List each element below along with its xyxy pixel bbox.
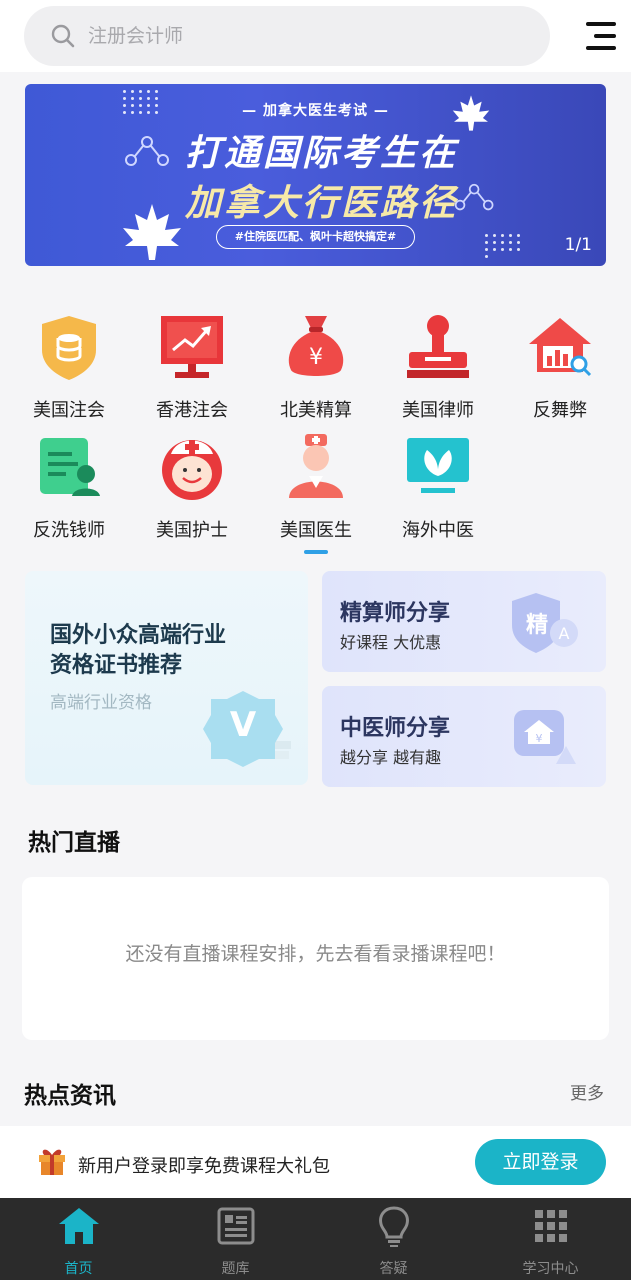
category-hk-cpa[interactable]: 香港注会: [137, 312, 247, 422]
category-us-cpa[interactable]: 美国注会: [14, 312, 124, 422]
category-anti-fraud[interactable]: 反舞弊: [505, 312, 615, 422]
stamp-icon: [407, 315, 469, 378]
tab-study-center[interactable]: 学习中心: [472, 1198, 629, 1280]
tab-qa[interactable]: 答疑: [315, 1198, 472, 1280]
svg-text:¥: ¥: [536, 732, 543, 745]
banner-counter: 1/1: [564, 235, 592, 255]
shield-badge-letter: 精: [525, 613, 548, 638]
tab-question-bank[interactable]: 题库: [157, 1198, 314, 1280]
chart-monitor-icon: [161, 316, 223, 378]
home-icon: [58, 1208, 99, 1244]
svg-text:¥: ¥: [309, 345, 323, 370]
live-section-title: 热门直播: [28, 830, 120, 856]
nurse-icon: [162, 440, 222, 500]
tab-home[interactable]: 首页: [0, 1198, 157, 1280]
category-label: 美国医生: [280, 520, 352, 541]
live-empty-panel: 还没有直播课程安排，先去看看录播课程吧！: [22, 877, 609, 1040]
house-search-icon: [529, 318, 592, 377]
promo-card-title: 中医师分享: [340, 716, 451, 741]
news-section-title: 热点资讯: [24, 1083, 116, 1109]
category-us-lawyer[interactable]: 美国律师: [383, 312, 493, 422]
molecule-icon: [454, 183, 494, 211]
promo-banner[interactable]: — 加拿大医生考试 — 打通国际考生在 加拿大行医路径 #住院医匹配、枫叶卡超快…: [25, 84, 606, 266]
tab-label: 学习中心: [522, 1261, 579, 1277]
login-promo-text: 新用户登录即享免费课程大礼包: [78, 1156, 330, 1177]
active-indicator: [304, 550, 328, 554]
menu-icon[interactable]: [584, 20, 616, 52]
money-bag-icon: ¥: [288, 316, 344, 376]
promo-card-title-line2: 资格证书推荐: [50, 653, 183, 678]
promo-card-tcm[interactable]: 中医师分享 越分享 越有趣 ¥: [322, 686, 606, 787]
banner-tagline: #住院医匹配、枫叶卡超快搞定#: [216, 225, 415, 249]
search-icon: [51, 24, 75, 48]
search-input[interactable]: [88, 25, 488, 47]
search-bar[interactable]: [24, 6, 550, 66]
category-label: 美国注会: [33, 400, 105, 421]
promo-card-certificates[interactable]: 国外小众高端行业 资格证书推荐 高端行业资格 V: [25, 571, 308, 785]
promo-card-title-line1: 国外小众高端行业: [50, 623, 227, 648]
category-label: 美国律师: [402, 400, 474, 421]
leaf-screen-icon: [407, 438, 469, 493]
banner-subtitle: — 加拿大医生考试 —: [242, 103, 389, 119]
category-na-actuary[interactable]: ¥ 北美精算: [261, 312, 371, 422]
live-empty-text: 还没有直播课程安排，先去看看录播课程吧！: [125, 943, 506, 965]
promo-card-subtitle: 高端行业资格: [50, 693, 152, 713]
tab-label: 题库: [221, 1261, 250, 1277]
category-label: 香港注会: [156, 400, 228, 421]
molecule-icon: [125, 136, 169, 166]
promo-card-actuary[interactable]: 精算师分享 好课程 大优惠 A 精: [322, 571, 606, 672]
login-button[interactable]: 立即登录: [475, 1139, 606, 1185]
svg-text:A: A: [559, 624, 570, 643]
category-us-doctor[interactable]: 美国医生: [261, 432, 371, 554]
shield-coins-icon: [42, 316, 96, 380]
v-badge-letter: V: [229, 705, 257, 745]
bottom-tab-bar: 首页 题库 答疑 学习中心: [0, 1198, 631, 1280]
document-person-icon: [40, 438, 100, 496]
doctor-icon: [289, 434, 343, 498]
category-aml[interactable]: 反洗钱师: [14, 432, 124, 542]
category-label: 北美精算: [280, 400, 352, 421]
maple-leaf-icon: [123, 204, 181, 260]
login-promo-bar: 新用户登录即享免费课程大礼包 立即登录: [0, 1126, 631, 1198]
promo-card-title: 国外小众高端行业 资格证书推荐: [50, 621, 226, 681]
promo-card-subtitle: 越分享 越有趣: [340, 748, 442, 767]
category-label: 反洗钱师: [33, 520, 105, 541]
top-bar: [0, 0, 631, 72]
question-bank-icon: [217, 1207, 254, 1245]
tab-label: 答疑: [379, 1261, 408, 1277]
category-us-nurse[interactable]: 美国护士: [137, 432, 247, 542]
grid-icon: [534, 1210, 567, 1242]
category-label: 反舞弊: [533, 400, 587, 421]
category-overseas-tcm[interactable]: 海外中医: [383, 432, 493, 542]
promo-card-title: 精算师分享: [340, 601, 451, 626]
category-label: 海外中医: [402, 520, 474, 541]
gift-icon: [39, 1149, 65, 1175]
banner-headline-2: 加拿大行医路径: [185, 183, 459, 224]
lightbulb-icon: [378, 1206, 409, 1247]
yuan-house-icon: ¥: [514, 710, 576, 764]
promo-card-subtitle: 好课程 大优惠: [340, 633, 442, 652]
tab-label: 首页: [64, 1261, 93, 1277]
news-more-link[interactable]: 更多: [570, 1079, 604, 1104]
decor-dots: [485, 234, 521, 258]
banner-headline-1: 打通国际考生在: [185, 133, 459, 174]
category-label: 美国护士: [156, 520, 228, 541]
